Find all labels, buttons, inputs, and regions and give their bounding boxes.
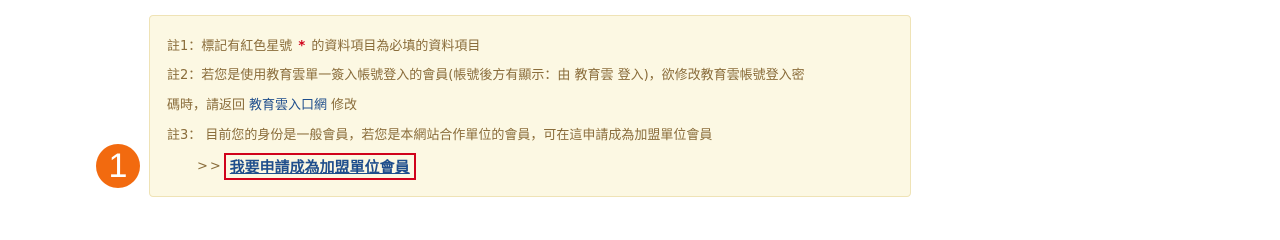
double-arrow-icon: >>: [197, 159, 223, 174]
note-1-text-start: 註1：標記有紅色星號: [167, 39, 297, 54]
apply-member-unit-link[interactable]: 我要申請成為加盟單位會員: [223, 153, 416, 180]
required-star-icon: *: [298, 39, 306, 54]
note-2-text-start: 碼時，請返回: [167, 98, 246, 113]
notes-panel: 註1：標記有紅色星號 * 的資料項目為必填的資料項目 註2：若您是使用教育雲單一…: [149, 15, 911, 197]
note-1-text-end: 的資料項目為必填的資料項目: [307, 39, 481, 54]
note-2-line-2: 碼時，請返回 教育雲入口網 修改: [167, 97, 357, 115]
step-number-badge: 1: [96, 144, 140, 188]
edu-cloud-portal-link[interactable]: 教育雲入口網: [245, 98, 331, 113]
note-3: 註3： 目前您的身份是一般會員，若您是本網站合作單位的會員，可在這申請成為加盟單…: [167, 128, 713, 143]
apply-row: >> 我要申請成為加盟單位會員: [197, 153, 416, 180]
note-2-text-end: 修改: [331, 98, 358, 113]
note-1: 註1：標記有紅色星號 * 的資料項目為必填的資料項目: [167, 38, 480, 56]
page: 1 註1：標記有紅色星號 * 的資料項目為必填的資料項目 註2：若您是使用教育雲…: [0, 0, 1280, 213]
note-2-line-1: 註2：若您是使用教育雲單一簽入帳號登入的會員(帳號後方有顯示：由 教育雲 登入)…: [167, 68, 805, 83]
